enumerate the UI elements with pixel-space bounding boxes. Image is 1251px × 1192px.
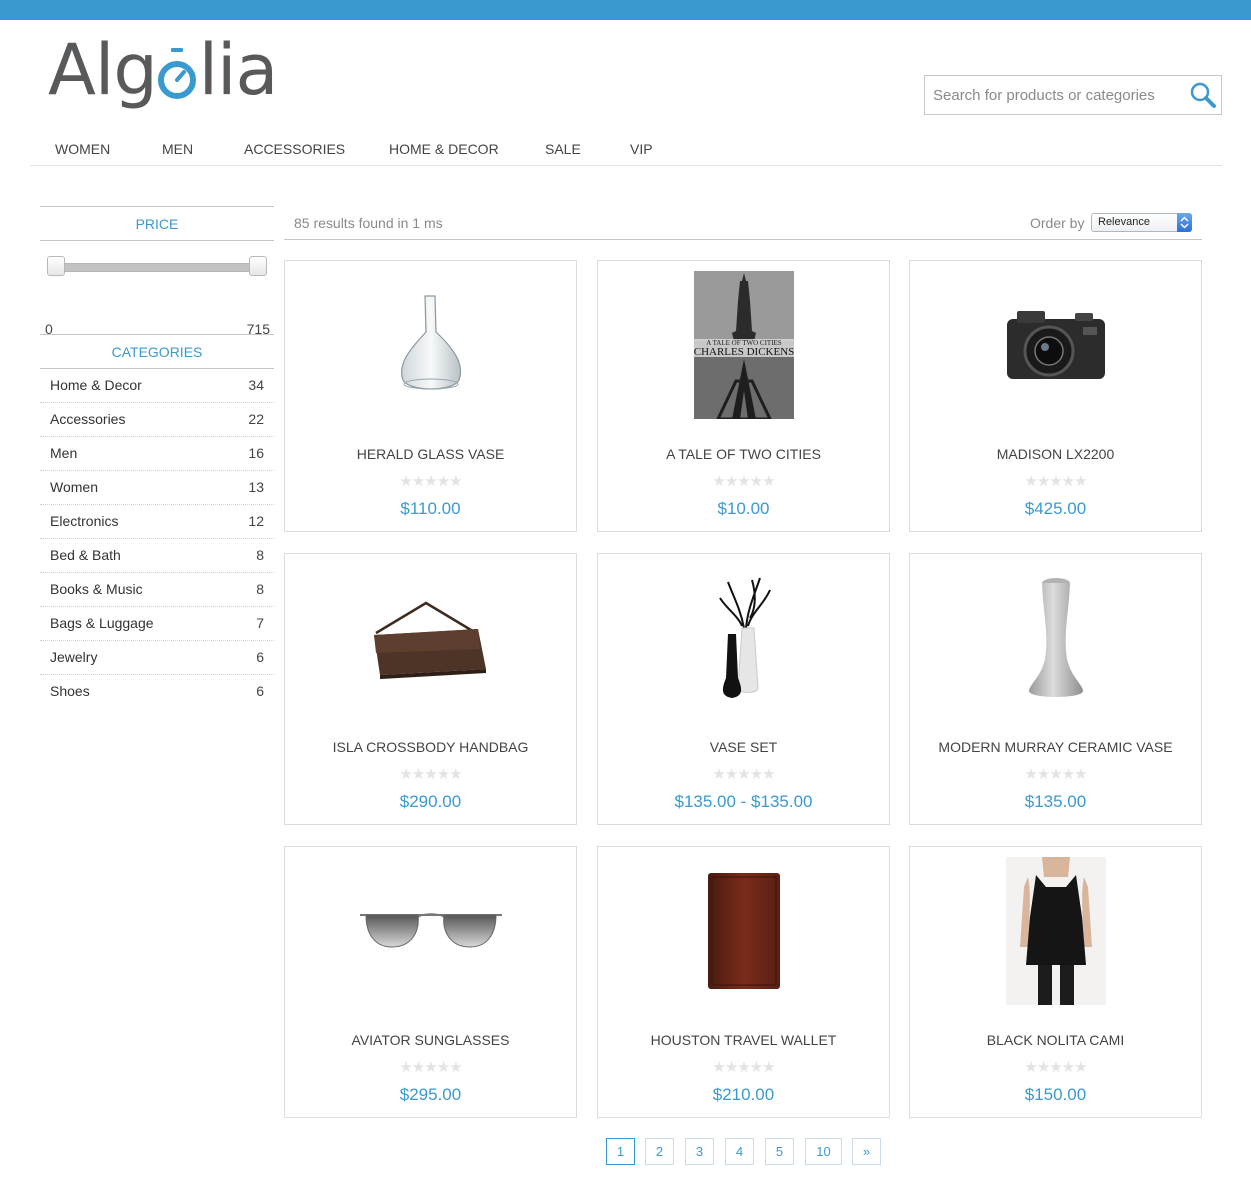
logo-stopwatch-icon: o — [157, 28, 199, 112]
product-price: $135.00 - $135.00 — [674, 792, 813, 811]
product-rating: ★★★★★ — [399, 1059, 462, 1076]
product-card[interactable]: AVIATOR SUNGLASSES ★★★★★ $295.00 — [284, 846, 577, 1118]
page-button[interactable]: 3 — [685, 1138, 714, 1165]
book-cover-image: A TALE OF TWO CITIES CHARLES DICKENS — [664, 271, 824, 419]
product-card[interactable]: HOUSTON TRAVEL WALLET ★★★★★ $210.00 — [597, 846, 890, 1118]
product-name: VASE SET — [709, 739, 778, 755]
search-icon[interactable] — [1189, 81, 1217, 109]
ceramic-vase-image — [976, 564, 1136, 712]
page-button[interactable]: 5 — [765, 1138, 794, 1165]
product-rating: ★★★★★ — [1024, 766, 1087, 783]
category-item[interactable]: Men 16 — [40, 437, 274, 471]
camera-image — [976, 271, 1136, 419]
product-card[interactable]: MADISON LX2200 ★★★★★ $425.00 — [909, 260, 1202, 532]
product-price: $210.00 — [712, 1085, 775, 1104]
product-rating: ★★★★★ — [399, 473, 462, 490]
order-by-select[interactable]: Relevance — [1091, 213, 1192, 232]
logo-text-right: lia — [198, 29, 279, 111]
nav-item-vip[interactable]: VIP — [630, 141, 653, 157]
facets-sidebar: PRICE 0 715 CATEGORIES Home & Decor 34 Ac… — [40, 206, 274, 699]
product-card[interactable]: A TALE OF TWO CITIES CHARLES DICKENS A T… — [597, 260, 890, 532]
product-name: MODERN MURRAY CERAMIC VASE — [938, 739, 1173, 755]
category-item[interactable]: Bags & Luggage 7 — [40, 607, 274, 641]
product-price: $150.00 — [1024, 1085, 1087, 1104]
search-box — [924, 75, 1222, 115]
results-header: 85 results found in 1 ms Order by Releva… — [284, 206, 1202, 240]
category-item[interactable]: Electronics 12 — [40, 505, 274, 539]
nav-item-sale[interactable]: SALE — [545, 141, 581, 157]
page-button[interactable]: 4 — [725, 1138, 754, 1165]
logo-text-left: Alg — [48, 29, 158, 111]
page-button[interactable]: 10 — [805, 1138, 842, 1165]
product-rating: ★★★★★ — [712, 1059, 775, 1076]
price-slider: 0 715 — [40, 241, 274, 337]
nav-item-accessories[interactable]: ACCESSORIES — [244, 141, 345, 157]
product-name: HOUSTON TRAVEL WALLET — [650, 1032, 837, 1048]
handbag-image — [351, 564, 511, 712]
category-item[interactable]: Bed & Bath 8 — [40, 539, 274, 573]
page-button[interactable]: 2 — [645, 1138, 674, 1165]
product-card[interactable]: HERALD GLASS VASE ★★★★★ $110.00 — [284, 260, 577, 532]
next-page-button[interactable]: » — [852, 1138, 881, 1165]
product-rating: ★★★★★ — [1024, 1059, 1087, 1076]
product-rating: ★★★★★ — [712, 766, 775, 783]
price-slider-min-handle[interactable] — [47, 256, 65, 276]
product-name: AVIATOR SUNGLASSES — [351, 1032, 510, 1048]
product-rating: ★★★★★ — [712, 473, 775, 490]
product-rating: ★★★★★ — [399, 766, 462, 783]
product-name: MADISON LX2200 — [996, 446, 1115, 462]
category-item[interactable]: Home & Decor 34 — [40, 369, 274, 403]
main-navigation: WOMEN MEN ACCESSORIES HOME & DECOR SALE … — [30, 132, 1222, 166]
category-item[interactable]: Accessories 22 — [40, 403, 274, 437]
svg-text:CHARLES DICKENS: CHARLES DICKENS — [694, 346, 794, 358]
product-card[interactable]: MODERN MURRAY CERAMIC VASE ★★★★★ $135.00 — [909, 553, 1202, 825]
cami-top-image — [976, 857, 1136, 1005]
nav-item-home-decor[interactable]: HOME & DECOR — [389, 141, 499, 157]
product-price: $110.00 — [400, 499, 461, 518]
vase-set-image — [664, 564, 824, 712]
price-facet-title: PRICE — [40, 206, 274, 241]
order-by-label: Order by — [1030, 215, 1085, 231]
product-name: ISLA CROSSBODY HANDBAG — [332, 739, 529, 755]
order-by-selected: Relevance — [1098, 216, 1150, 228]
top-accent-bar — [0, 0, 1251, 20]
sunglasses-image — [351, 857, 511, 1005]
wallet-image — [664, 857, 824, 1005]
page-button-current[interactable]: 1 — [606, 1138, 635, 1165]
nav-item-men[interactable]: MEN — [162, 141, 193, 157]
product-card[interactable]: VASE SET ★★★★★ $135.00 - $135.00 — [597, 553, 890, 825]
category-item[interactable]: Shoes 6 — [40, 675, 274, 709]
category-item[interactable]: Women 13 — [40, 471, 274, 505]
product-price: $425.00 — [1024, 499, 1087, 518]
product-name: HERALD GLASS VASE — [356, 446, 505, 462]
product-card[interactable]: ISLA CROSSBODY HANDBAG ★★★★★ $290.00 — [284, 553, 577, 825]
price-slider-max-handle[interactable] — [249, 256, 267, 276]
product-card[interactable]: BLACK NOLITA CAMI ★★★★★ $150.00 — [909, 846, 1202, 1118]
category-item[interactable]: Books & Music 8 — [40, 573, 274, 607]
product-name: A TALE OF TWO CITIES — [666, 446, 821, 462]
product-price: $135.00 — [1024, 792, 1087, 811]
results-summary: 85 results found in 1 ms — [294, 215, 443, 231]
search-input[interactable] — [925, 76, 1187, 114]
glass-vase-image — [351, 271, 511, 419]
algolia-logo[interactable]: Alg o lia — [48, 28, 279, 112]
product-price: $295.00 — [399, 1085, 462, 1104]
categories-list: Home & Decor 34 Accessories 22 Men 16 Women… — [40, 369, 274, 709]
product-price: $290.00 — [399, 792, 462, 811]
select-arrows-icon — [1177, 213, 1192, 232]
price-slider-track[interactable] — [54, 263, 260, 272]
categories-facet-title: CATEGORIES — [40, 334, 274, 369]
product-price: $10.00 — [717, 499, 770, 518]
product-name: BLACK NOLITA CAMI — [986, 1032, 1125, 1048]
nav-item-women[interactable]: WOMEN — [55, 141, 110, 157]
category-item[interactable]: Jewelry 6 — [40, 641, 274, 675]
product-rating: ★★★★★ — [1024, 473, 1087, 490]
